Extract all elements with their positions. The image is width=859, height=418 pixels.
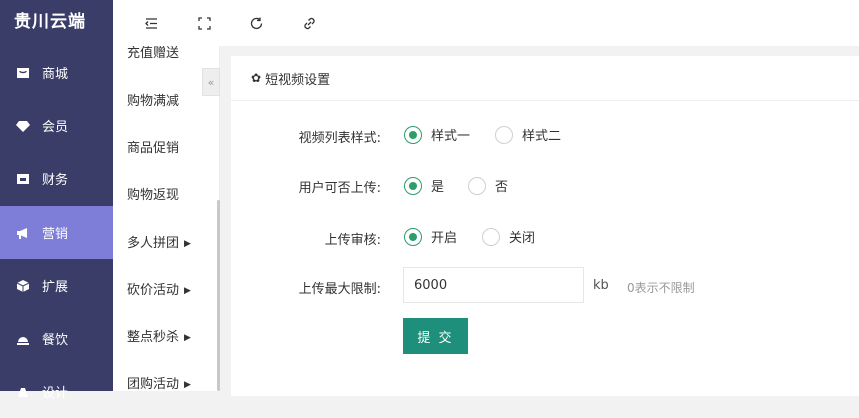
- radio-label: 样式一: [431, 129, 471, 144]
- megaphone-icon: [16, 226, 30, 240]
- radio-unchecked-icon: [482, 227, 500, 246]
- brand-title: 贵川云端: [14, 12, 86, 32]
- shop-icon: [16, 66, 30, 80]
- radio-label: 样式二: [522, 129, 562, 144]
- diamond-icon: [16, 119, 30, 133]
- collapse-submenu-button[interactable]: «: [202, 68, 220, 96]
- max-upload-input[interactable]: [403, 267, 584, 303]
- submenu-item-label: 砍价活动: [127, 283, 180, 298]
- radio-label: 是: [431, 180, 445, 195]
- submenu-item[interactable]: 整点秒杀 ▶: [127, 326, 191, 345]
- submenu-item[interactable]: 团购活动 ▶: [127, 373, 191, 391]
- submenu-item-label: 充值赠送: [127, 46, 180, 61]
- dining-bell-icon: [16, 332, 30, 346]
- submenu-item-label: 整点秒杀: [127, 330, 180, 345]
- user-upload-option-no[interactable]: 否: [468, 176, 508, 195]
- list-style-label: 视频列表样式:: [298, 131, 381, 146]
- sidebar-item-label: 财务: [42, 173, 69, 188]
- radio-checked-icon: [404, 176, 422, 195]
- caret-right-icon: ▶: [184, 286, 191, 296]
- caret-right-icon: ▶: [184, 239, 191, 249]
- radio-unchecked-icon: [468, 176, 486, 195]
- radio-checked-icon: [404, 227, 422, 246]
- sidebar-item-member[interactable]: 会员: [0, 99, 113, 152]
- submenu-scrollbar[interactable]: [217, 200, 220, 391]
- caret-right-icon: ▶: [184, 333, 191, 343]
- panel-header: ✿ 短视频设置: [231, 56, 859, 101]
- radio-unchecked-icon: [495, 125, 513, 144]
- upload-review-label: 上传审核:: [324, 233, 381, 248]
- link-icon[interactable]: [299, 13, 319, 33]
- submenu-item-label: 多人拼团: [127, 236, 180, 251]
- upload-review-option-off[interactable]: 关闭: [482, 227, 535, 246]
- caret-right-icon: ▶: [184, 380, 191, 390]
- panel-title: 短视频设置: [265, 72, 331, 88]
- submit-button[interactable]: 提 交: [403, 318, 468, 354]
- sidebar-item-label: 商城: [42, 67, 69, 82]
- radio-label: 关闭: [509, 231, 536, 246]
- list-style-option-1[interactable]: 样式一: [404, 125, 470, 144]
- submenu-item[interactable]: 多人拼团 ▶: [127, 232, 191, 251]
- radio-label: 开启: [431, 231, 458, 246]
- sidebar-item-marketing[interactable]: 营销: [0, 206, 113, 259]
- submenu-item[interactable]: 商品促销: [127, 137, 179, 156]
- main-sidebar: 贵川云端 商城 会员 财务 营销 扩展 餐饮 设计: [0, 0, 113, 401]
- wallet-icon: [16, 172, 30, 186]
- user-upload-option-yes[interactable]: 是: [404, 176, 444, 195]
- sidebar-item-label: 餐饮: [42, 333, 69, 348]
- radio-checked-icon: [404, 125, 422, 144]
- refresh-icon[interactable]: [246, 13, 266, 33]
- marketing-submenu: 充值赠送 购物满减 商品促销 购物返现 多人拼团 ▶ 砍价活动 ▶ 整点秒杀 ▶ 团购…: [113, 46, 220, 391]
- submenu-item-label: 团购活动: [127, 377, 180, 391]
- fullscreen-icon[interactable]: [194, 13, 214, 33]
- submenu-item-label: 购物返现: [127, 188, 180, 203]
- submenu-item[interactable]: 充值赠送: [127, 46, 179, 61]
- max-upload-label: 上传最大限制:: [298, 282, 381, 297]
- submenu-item-label: 购物满减: [127, 94, 180, 109]
- submenu-item[interactable]: 购物返现: [127, 184, 179, 203]
- submenu-item-label: 商品促销: [127, 141, 180, 156]
- list-style-option-2[interactable]: 样式二: [495, 125, 561, 144]
- submenu-item[interactable]: 砍价活动 ▶: [127, 279, 191, 298]
- submenu-item[interactable]: 购物满减: [127, 90, 179, 109]
- unit-label: kb: [593, 278, 609, 293]
- design-icon: [16, 385, 30, 399]
- sidebar-item-label: 会员: [42, 120, 69, 135]
- user-upload-label: 用户可否上传:: [298, 181, 381, 196]
- sidebar-item-dining[interactable]: 餐饮: [0, 312, 113, 365]
- sidebar-item-extension[interactable]: 扩展: [0, 259, 113, 312]
- gear-icon: ✿: [251, 71, 262, 85]
- short-video-settings-panel: ✿ 短视频设置 视频列表样式: 样式一 样式二 用户可否上传: 是 否 上传审核…: [231, 56, 859, 396]
- sidebar-item-label: 营销: [42, 227, 69, 242]
- sidebar-item-label: 设计: [42, 386, 69, 401]
- max-upload-hint: 0表示不限制: [627, 281, 695, 295]
- top-toolbar: [113, 0, 859, 46]
- sidebar-item-shop[interactable]: 商城: [0, 46, 113, 99]
- sidebar-item-finance[interactable]: 财务: [0, 152, 113, 205]
- sidebar-item-design[interactable]: 设计: [0, 365, 113, 418]
- sidebar-item-label: 扩展: [42, 280, 69, 295]
- radio-label: 否: [495, 180, 509, 195]
- menu-indent-icon[interactable]: [141, 13, 161, 33]
- upload-review-option-on[interactable]: 开启: [404, 227, 457, 246]
- cube-icon: [16, 279, 30, 293]
